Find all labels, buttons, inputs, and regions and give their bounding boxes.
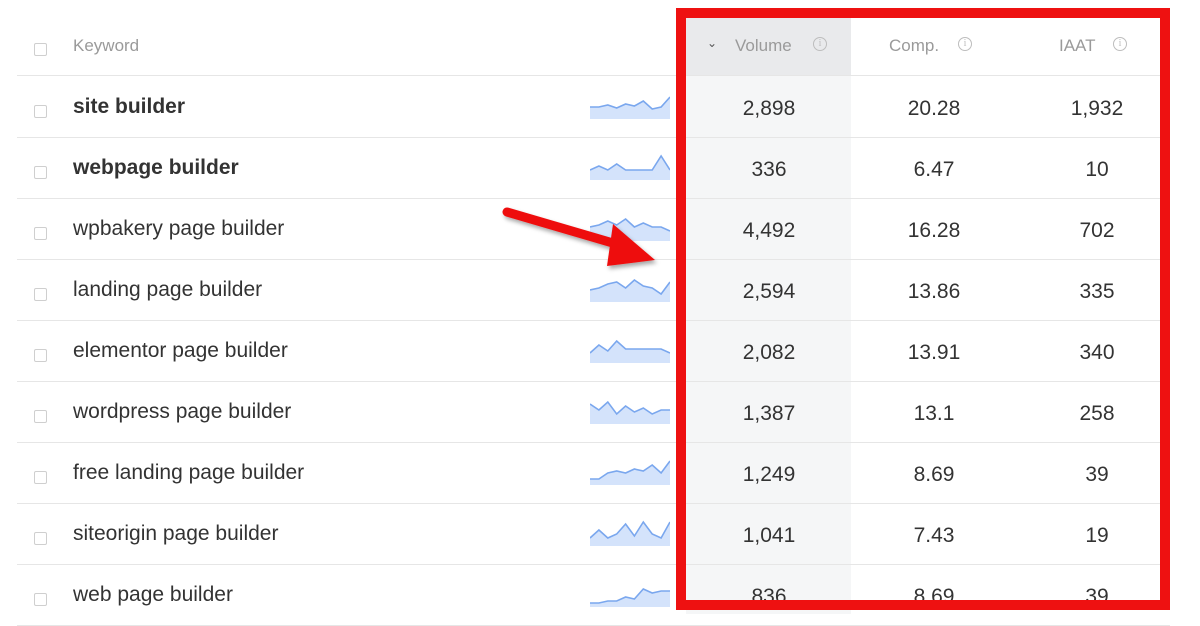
iaat-cell: 258 — [1079, 402, 1115, 425]
row-checkbox[interactable] — [34, 593, 47, 606]
volume-cell: 836 — [751, 585, 787, 608]
red-arrow-annotation — [502, 207, 655, 266]
iaat-cell: 335 — [1079, 280, 1115, 303]
info-icon[interactable]: i — [958, 37, 972, 51]
comp-cell: 13.91 — [907, 341, 961, 364]
volume-cell: 2,082 — [742, 341, 796, 364]
select-all-checkbox[interactable] — [34, 43, 47, 56]
comp-cell: 20.28 — [907, 97, 961, 120]
comp-column-header[interactable]: Comp. — [889, 36, 939, 56]
iaat-cell: 702 — [1079, 219, 1115, 242]
volume-cell: 2,898 — [742, 97, 796, 120]
keyword-column-header[interactable]: Keyword — [73, 36, 139, 56]
volume-cell: 4,492 — [742, 219, 796, 242]
iaat-cell: 1,932 — [1070, 97, 1124, 120]
trend-sparkline — [590, 588, 670, 607]
volume-cell: 336 — [751, 158, 787, 181]
row-checkbox[interactable] — [34, 227, 47, 240]
comp-cell: 8.69 — [913, 585, 955, 608]
table-header: Keyword ⌄ Volume i Comp. i IAAT i — [17, 16, 1170, 76]
row-checkbox[interactable] — [34, 410, 47, 423]
sparkline-area — [590, 461, 670, 485]
row-checkbox[interactable] — [34, 166, 47, 179]
table-row[interactable]: site builder 2,898 20.28 1,932 — [17, 77, 1170, 138]
row-checkbox[interactable] — [34, 532, 47, 545]
volume-cell: 2,594 — [742, 280, 796, 303]
trend-sparkline — [590, 520, 670, 546]
table-row[interactable]: elementor page builder 2,082 13.91 340 — [17, 321, 1170, 382]
comp-cell: 6.47 — [913, 158, 955, 181]
comp-cell: 13.1 — [913, 402, 955, 425]
trend-sparkline — [590, 339, 670, 363]
row-checkbox[interactable] — [34, 349, 47, 362]
iaat-cell: 340 — [1079, 341, 1115, 364]
keyword-cell[interactable]: site builder — [73, 95, 185, 119]
comp-cell: 8.69 — [913, 463, 955, 486]
comp-cell: 13.86 — [907, 280, 961, 303]
keyword-cell[interactable]: elementor page builder — [73, 339, 288, 363]
volume-cell: 1,387 — [742, 402, 796, 425]
iaat-cell: 39 — [1085, 585, 1109, 608]
keyword-cell[interactable]: landing page builder — [73, 278, 262, 302]
volume-column-header[interactable]: Volume — [735, 36, 792, 56]
keyword-cell[interactable]: web page builder — [73, 583, 233, 607]
iaat-column-header[interactable]: IAAT — [1059, 36, 1096, 56]
volume-cell: 1,249 — [742, 463, 796, 486]
comp-cell: 7.43 — [913, 524, 955, 547]
keyword-cell[interactable]: wordpress page builder — [73, 400, 291, 424]
sparkline-area — [590, 522, 670, 546]
row-checkbox[interactable] — [34, 105, 47, 118]
sparkline-area — [590, 402, 670, 424]
trend-sparkline — [590, 460, 670, 485]
iaat-cell: 39 — [1085, 463, 1109, 486]
comp-cell: 16.28 — [907, 219, 961, 242]
keyword-cell[interactable]: wpbakery page builder — [73, 217, 284, 241]
table-row[interactable]: wordpress page builder 1,387 13.1 258 — [17, 382, 1170, 443]
table-row[interactable]: webpage builder 336 6.47 10 — [17, 138, 1170, 199]
volume-cell: 1,041 — [742, 524, 796, 547]
sparkline-area — [590, 341, 670, 363]
trend-sparkline — [590, 96, 670, 119]
info-icon[interactable]: i — [813, 37, 827, 51]
trend-sparkline — [590, 400, 670, 424]
chevron-down-icon[interactable]: ⌄ — [707, 36, 717, 50]
table-row[interactable]: free landing page builder 1,249 8.69 39 — [17, 443, 1170, 504]
row-checkbox[interactable] — [34, 471, 47, 484]
keyword-cell[interactable]: webpage builder — [73, 156, 239, 180]
row-checkbox[interactable] — [34, 288, 47, 301]
table-row[interactable]: web page builder 836 8.69 39 — [17, 565, 1170, 626]
trend-sparkline — [590, 154, 670, 180]
table-row[interactable]: siteorigin page builder 1,041 7.43 19 — [17, 504, 1170, 565]
keyword-cell[interactable]: siteorigin page builder — [73, 522, 278, 546]
iaat-cell: 10 — [1085, 158, 1109, 181]
keyword-cell[interactable]: free landing page builder — [73, 461, 304, 485]
info-icon[interactable]: i — [1113, 37, 1127, 51]
iaat-cell: 19 — [1085, 524, 1109, 547]
